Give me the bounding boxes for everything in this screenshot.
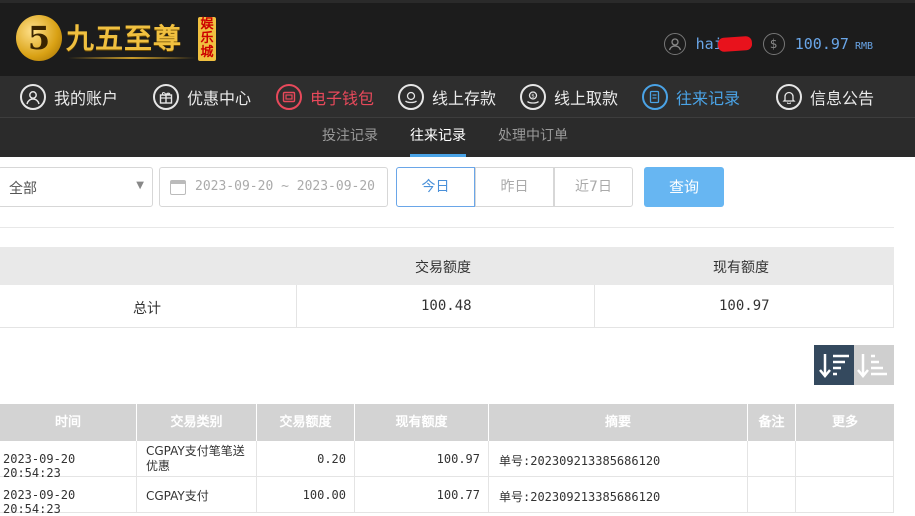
- cell-text: 100.00: [302, 488, 346, 502]
- quick-yesterday-button[interactable]: 昨日: [475, 167, 554, 207]
- search-button[interactable]: 查询: [644, 167, 724, 207]
- brand-logo[interactable]: 5 九五至尊 娱乐城: [16, 13, 226, 69]
- col-note: 备注: [748, 404, 796, 441]
- nav-promotions[interactable]: 优惠中心: [153, 76, 251, 118]
- currency-label: RMB: [854, 40, 873, 52]
- sub-tabs: 投注记录 往来记录 处理中订单: [0, 118, 915, 157]
- cell-text: 2023-09-20 20:54:23: [3, 452, 76, 480]
- cell-category: CGPAY支付笔笔送优惠: [137, 441, 257, 477]
- balance-value: 100.97: [794, 35, 849, 53]
- cell-text: 2023-09-20 20:54:23: [3, 488, 76, 516]
- summary-row: 总计 100.48 100.97: [0, 285, 894, 328]
- cell-text: CGPAY支付笔笔送优惠: [146, 444, 245, 473]
- dollar-icon: $: [762, 33, 785, 55]
- date-range-input[interactable]: 2023-09-20 ~ 2023-09-20: [159, 167, 388, 207]
- bell-icon: [776, 84, 802, 110]
- summary-total-label: 总计: [133, 301, 161, 317]
- tab-bet-records[interactable]: 投注记录: [322, 118, 378, 157]
- username[interactable]: hai: [696, 35, 753, 53]
- logo-ornament: [68, 57, 196, 59]
- sort-ascending-button[interactable]: [854, 345, 894, 385]
- nav-deposit[interactable]: 线上存款: [398, 76, 496, 118]
- main-nav: 我的账户 优惠中心 电子钱包 线上存款 $ 线上取款 往来记录 信息公告: [0, 76, 915, 118]
- date-range-value: 2023-09-20 ~ 2023-09-20: [195, 179, 376, 194]
- cell-note: [748, 441, 796, 477]
- balance-display: $ 100.97 RMB: [762, 33, 873, 55]
- records-icon: [642, 84, 668, 110]
- calendar-icon: [170, 180, 186, 195]
- cell-text: 100.97: [436, 452, 480, 466]
- summary-total-amount: 100.48: [421, 298, 472, 314]
- col-amount: 交易额度: [257, 404, 355, 441]
- cell-more[interactable]: [796, 441, 894, 477]
- col-category: 交易类别: [137, 404, 257, 441]
- tab-transaction-records[interactable]: 往来记录: [410, 118, 466, 157]
- col-more: 更多: [831, 415, 858, 430]
- select-value: 全部: [9, 181, 37, 197]
- user-area: hai $ 100.97 RMB: [663, 31, 873, 57]
- records-table-header: 时间 交易类别 交易额度 现有额度 摘要 备注 更多: [0, 404, 894, 441]
- summary-header: 交易额度 现有额度: [0, 247, 894, 285]
- gift-icon: [153, 84, 179, 110]
- nav-label: 电子钱包: [310, 89, 375, 108]
- cell-text: 单号:202309213385686120: [499, 490, 661, 504]
- table-row: 2023-09-20 20:54:23 CGPAY支付笔笔送优惠 0.20 10…: [0, 441, 894, 480]
- cell-current: 100.97: [355, 441, 489, 477]
- top-header: 5 九五至尊 娱乐城 hai $ 100.97 RMB: [0, 0, 915, 76]
- cell-text: 单号:202309213385686120: [499, 454, 661, 468]
- quick-today-button[interactable]: 今日: [396, 167, 475, 207]
- brand-name: 九五至尊: [66, 22, 183, 55]
- brand-tag: 娱乐城: [198, 17, 216, 61]
- sort-desc-icon: [819, 354, 849, 378]
- redaction-mark: [717, 35, 753, 53]
- divider: [0, 227, 894, 228]
- wallet-icon: [276, 84, 302, 110]
- nav-withdraw[interactable]: $ 线上取款: [520, 76, 618, 118]
- withdraw-icon: $: [520, 84, 546, 110]
- quick-last-7-days-button[interactable]: 近7日: [554, 167, 633, 207]
- sort-asc-icon: [857, 354, 887, 378]
- tab-pending-orders[interactable]: 处理中订单: [498, 118, 568, 157]
- user-icon: [20, 84, 46, 110]
- nav-announcements[interactable]: 信息公告: [776, 76, 874, 118]
- nav-e-wallet[interactable]: 电子钱包: [276, 76, 374, 118]
- summary-header-amount: 交易额度: [415, 260, 471, 276]
- cell-summary: 单号:202309213385686120: [489, 441, 748, 477]
- transaction-type-select[interactable]: 全部 ▼: [0, 167, 153, 207]
- logo-mark: 5: [27, 19, 51, 57]
- nav-label: 线上存款: [432, 89, 497, 108]
- user-icon: [663, 33, 686, 55]
- nav-label: 线上取款: [554, 89, 619, 108]
- cell-time: 2023-09-20 20:54:23: [0, 441, 137, 480]
- summary-header-current: 现有额度: [713, 260, 769, 276]
- summary-total-current: 100.97: [719, 298, 770, 314]
- nav-transaction-records[interactable]: 往来记录: [642, 76, 740, 118]
- nav-label: 优惠中心: [187, 89, 252, 108]
- col-time: 时间: [0, 404, 137, 441]
- cell-text: 0.20: [317, 452, 346, 466]
- cell-text: 100.77: [436, 488, 480, 502]
- logo-emblem: 5: [16, 15, 62, 61]
- nav-label: 信息公告: [810, 89, 875, 108]
- svg-text:$: $: [531, 94, 535, 100]
- nav-label: 往来记录: [676, 89, 741, 108]
- sort-descending-button[interactable]: [814, 345, 854, 385]
- deposit-icon: [398, 84, 424, 110]
- nav-label: 我的账户: [54, 89, 119, 108]
- caret-down-icon: ▼: [136, 180, 144, 191]
- col-summary: 摘要: [489, 404, 748, 441]
- nav-my-account[interactable]: 我的账户: [20, 76, 118, 118]
- col-current: 现有额度: [355, 404, 489, 441]
- cell-amount: 0.20: [257, 441, 355, 477]
- cell-text: CGPAY支付: [146, 489, 209, 503]
